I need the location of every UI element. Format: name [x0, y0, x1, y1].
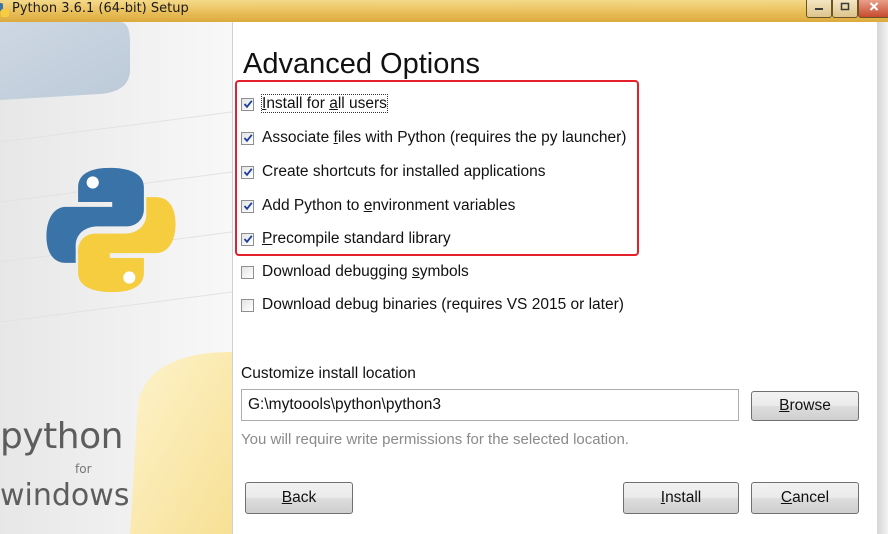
option-install-all-users[interactable]: Install for all users	[241, 94, 388, 114]
browse-button[interactable]: Browse	[751, 391, 859, 421]
option-label: Precompile standard library	[262, 230, 451, 247]
option-label: Download debugging symbols	[262, 263, 469, 280]
checkbox[interactable]	[241, 97, 254, 111]
install-location-hint: You will require write permissions for t…	[241, 431, 629, 448]
option-associate-files[interactable]: Associate files with Python (requires th…	[241, 128, 626, 148]
option-debug-binaries[interactable]: Download debug binaries (requires VS 201…	[241, 295, 624, 315]
checkbox[interactable]	[241, 165, 254, 179]
minimize-icon	[815, 8, 823, 10]
checkbox[interactable]	[241, 265, 254, 279]
check-icon	[243, 202, 253, 211]
option-label: Install for all users	[261, 94, 388, 113]
check-icon	[243, 100, 253, 109]
back-button[interactable]: Back	[245, 482, 353, 514]
option-label: Download debug binaries (requires VS 201…	[262, 296, 624, 313]
title-bar: Python 3.6.1 (64-bit) Setup	[0, 0, 888, 22]
install-location-input[interactable]	[241, 389, 739, 421]
option-label: Add Python to environment variables	[262, 197, 516, 214]
window-title: Python 3.6.1 (64-bit) Setup	[12, 1, 189, 16]
checkbox[interactable]	[241, 131, 254, 145]
focus-outline: Install for all users	[261, 94, 388, 113]
maximize-button[interactable]	[832, 0, 858, 18]
window-frame-edge	[877, 22, 888, 534]
checkbox[interactable]	[241, 199, 254, 213]
option-debug-symbols[interactable]: Download debugging symbols	[241, 262, 469, 282]
check-icon	[243, 235, 253, 244]
minimize-button[interactable]	[806, 0, 832, 18]
python-app-icon	[0, 2, 10, 18]
brand-python-text: python	[0, 416, 123, 457]
install-location-label: Customize install location	[241, 365, 416, 382]
option-label: Create shortcuts for installed applicati…	[262, 163, 546, 180]
checkbox[interactable]	[241, 232, 254, 246]
checkbox[interactable]	[241, 298, 254, 312]
close-icon	[869, 2, 879, 11]
branding-panel: python for windows	[0, 22, 233, 534]
advanced-options-page: Advanced Options Install for all users A…	[233, 22, 877, 534]
install-button[interactable]: Install	[623, 482, 739, 514]
page-title: Advanced Options	[243, 48, 480, 80]
close-button[interactable]	[858, 0, 888, 18]
option-precompile-stdlib[interactable]: Precompile standard library	[241, 229, 451, 249]
python-logo	[46, 167, 176, 293]
maximize-icon	[840, 2, 850, 11]
option-add-to-path[interactable]: Add Python to environment variables	[241, 196, 515, 216]
brand-for-text: for	[75, 462, 92, 476]
check-icon	[243, 168, 253, 177]
brand-windows-text: windows	[0, 478, 130, 513]
option-create-shortcuts[interactable]: Create shortcuts for installed applicati…	[241, 162, 545, 182]
cancel-button[interactable]: Cancel	[751, 482, 859, 514]
option-label: Associate files with Python (requires th…	[262, 129, 627, 146]
check-icon	[243, 134, 253, 143]
